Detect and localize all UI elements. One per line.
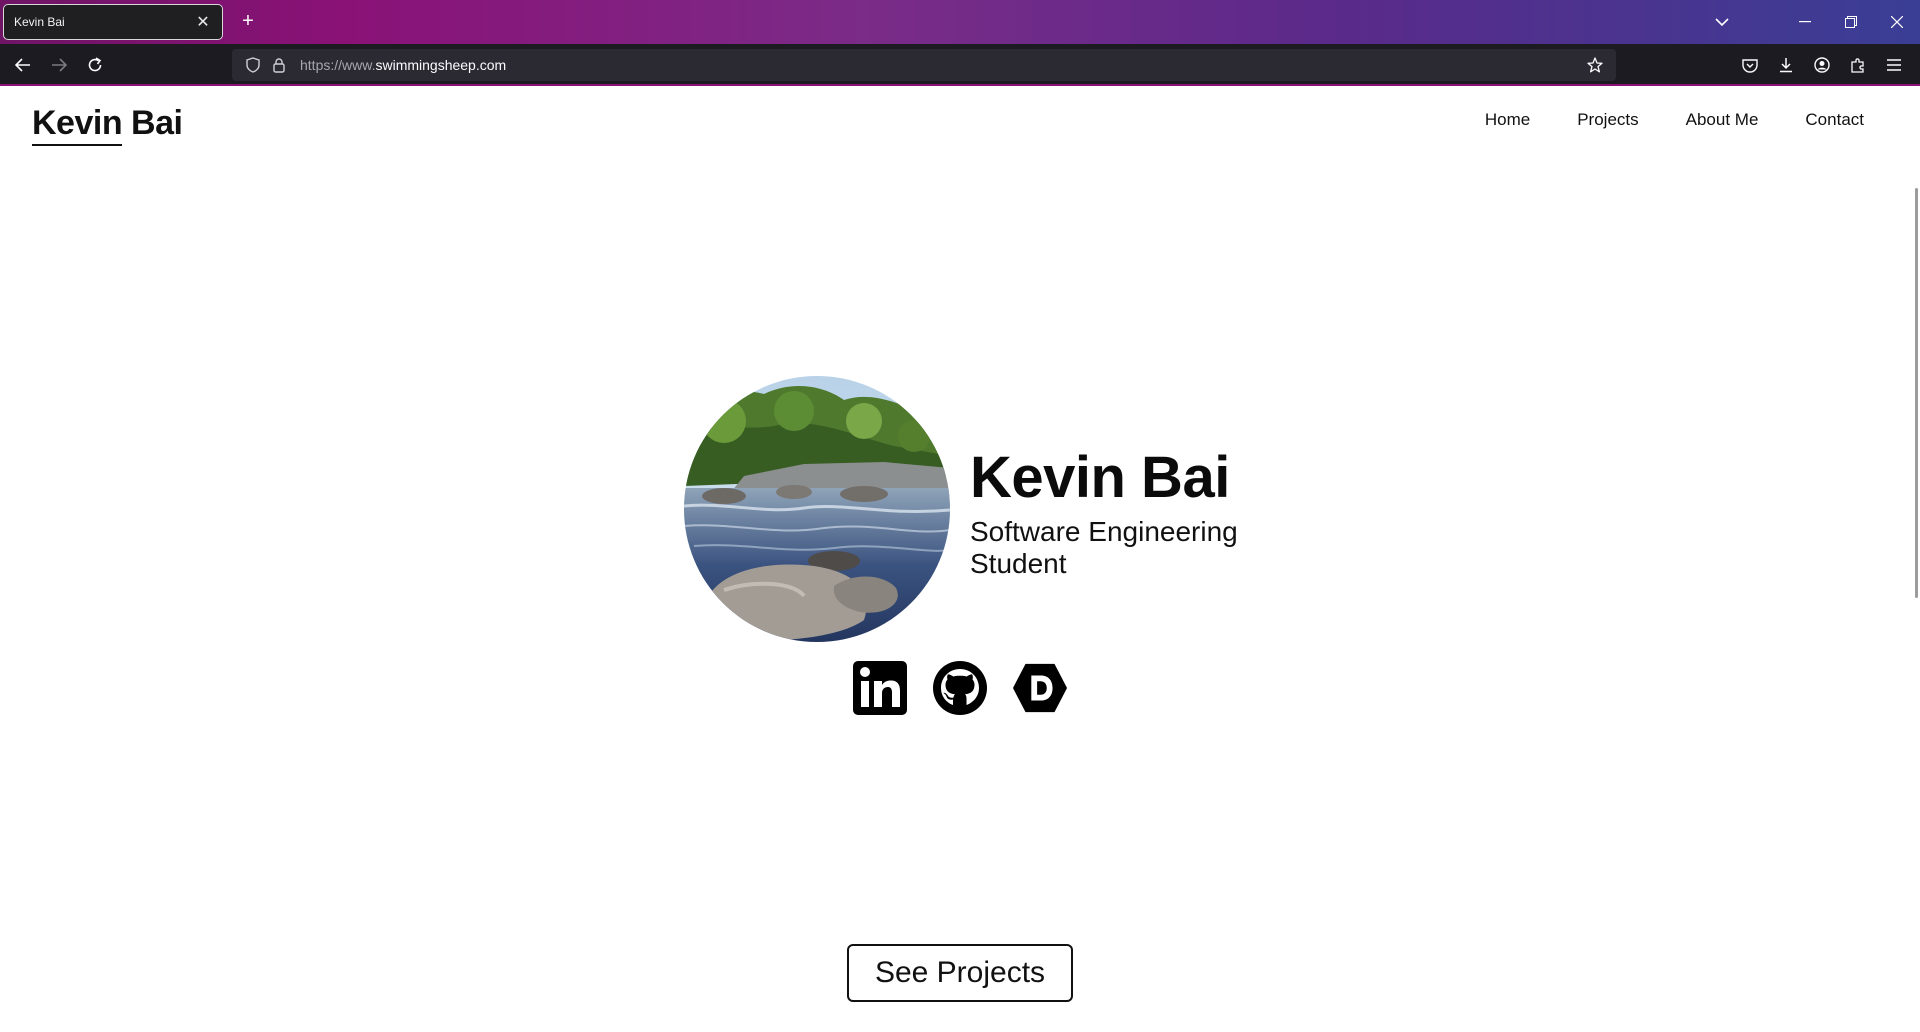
close-window-button[interactable] bbox=[1874, 0, 1920, 44]
back-button[interactable] bbox=[8, 50, 38, 80]
window-controls bbox=[1782, 0, 1920, 44]
browser-tab-bar: Kevin Bai ✕ + bbox=[0, 0, 1920, 44]
browser-nav-bar: https://www.swimmingsheep.com bbox=[0, 44, 1920, 86]
browser-tab-active[interactable]: Kevin Bai ✕ bbox=[3, 4, 223, 40]
devpost-icon bbox=[1012, 663, 1068, 713]
github-link[interactable] bbox=[932, 660, 988, 716]
pocket-icon[interactable] bbox=[1732, 50, 1768, 80]
nav-contact[interactable]: Contact bbox=[1805, 110, 1864, 130]
devpost-link[interactable] bbox=[1012, 660, 1068, 716]
site-logo[interactable]: Kevin Bai bbox=[32, 104, 183, 143]
site-nav: Home Projects About Me Contact bbox=[1438, 110, 1864, 130]
reload-button[interactable] bbox=[80, 50, 110, 80]
social-links bbox=[852, 660, 1068, 716]
account-icon[interactable] bbox=[1804, 50, 1840, 80]
logo-underline bbox=[32, 144, 122, 146]
profile-avatar bbox=[684, 376, 950, 642]
url-text[interactable]: https://www.swimmingsheep.com bbox=[300, 57, 1580, 73]
linkedin-icon bbox=[853, 661, 907, 715]
minimize-button[interactable] bbox=[1782, 0, 1828, 44]
web-page: Kevin Bai Home Projects About Me Contact bbox=[0, 88, 1920, 1032]
tab-close-icon[interactable]: ✕ bbox=[194, 12, 212, 32]
bookmark-star-icon[interactable] bbox=[1580, 50, 1610, 80]
lock-icon[interactable] bbox=[270, 56, 288, 74]
extensions-icon[interactable] bbox=[1840, 50, 1876, 80]
toolbar-right bbox=[1732, 50, 1912, 80]
github-icon bbox=[933, 661, 987, 715]
downloads-icon[interactable] bbox=[1768, 50, 1804, 80]
new-tab-button[interactable]: + bbox=[236, 10, 260, 34]
tab-title: Kevin Bai bbox=[14, 15, 65, 29]
hero-name: Kevin Bai bbox=[970, 445, 1230, 510]
menu-hamburger-icon[interactable] bbox=[1876, 50, 1912, 80]
hero-subtitle: Software Engineering Student bbox=[970, 516, 1238, 579]
tab-list-chevron-icon[interactable] bbox=[1708, 10, 1736, 34]
hero-section: Kevin Bai Software Engineering Student bbox=[684, 376, 1284, 646]
see-projects-button[interactable]: See Projects bbox=[847, 944, 1073, 1002]
linkedin-link[interactable] bbox=[852, 660, 908, 716]
restore-button[interactable] bbox=[1828, 0, 1874, 44]
nav-home[interactable]: Home bbox=[1485, 110, 1530, 130]
forward-button[interactable] bbox=[44, 50, 74, 80]
tracking-shield-icon[interactable] bbox=[244, 56, 262, 74]
address-bar[interactable]: https://www.swimmingsheep.com bbox=[232, 49, 1616, 81]
url-domain: swimmingsheep.com bbox=[375, 57, 507, 73]
scrollbar-thumb[interactable] bbox=[1915, 188, 1918, 598]
nav-about-me[interactable]: About Me bbox=[1686, 110, 1759, 130]
url-prefix: https://www. bbox=[300, 57, 376, 73]
nav-projects[interactable]: Projects bbox=[1577, 110, 1638, 130]
